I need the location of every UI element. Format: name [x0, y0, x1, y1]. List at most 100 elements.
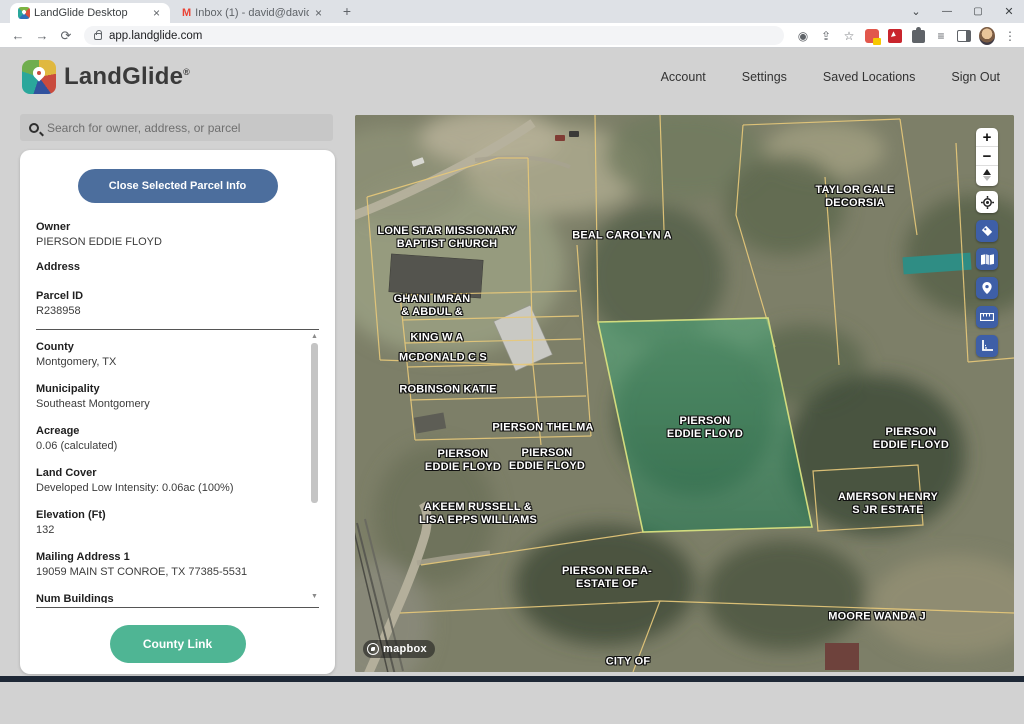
county-link-button[interactable]: County Link [110, 625, 246, 663]
tab-search-icon[interactable]: ⌄ [901, 0, 931, 22]
field-label: Land Cover [36, 466, 319, 481]
search-icon [29, 123, 39, 133]
field-mailing-address-1: Mailing Address 119059 MAIN ST CONROE, T… [36, 550, 319, 580]
search-placeholder: Search for owner, address, or parcel [47, 121, 240, 135]
window-bottom-edge [0, 676, 1024, 682]
field-label: Owner [36, 220, 319, 235]
parcel-label: MCDONALD C S [399, 352, 487, 365]
parcel-label: AMERSON HENRY S JR ESTATE [838, 491, 938, 517]
extension-badge-icon[interactable] [864, 28, 880, 44]
new-tab-button[interactable]: + [338, 3, 356, 21]
gmail-favicon-icon: M [182, 7, 191, 19]
maximize-button[interactable]: ▢ [963, 0, 993, 22]
field-value: Montgomery, TX [36, 355, 319, 370]
browser-window: LandGlide Desktop × M Inbox (1) - david@… [0, 0, 1024, 682]
field-acreage: Acreage0.06 (calculated) [36, 424, 319, 454]
lock-icon [94, 33, 102, 40]
parcel-label: PIERSON EDDIE FLOYD [667, 415, 743, 441]
field-value: 19059 MAIN ST CONROE, TX 77385-5531 [36, 565, 319, 580]
zoom-control: + − [976, 128, 998, 186]
bookmark-star-icon[interactable]: ☆ [841, 28, 857, 44]
panel-scrollbar[interactable]: ▲ ▼ [310, 332, 319, 601]
parcel-label: PIERSON REBA- ESTATE OF [562, 565, 652, 591]
nav-settings[interactable]: Settings [742, 70, 787, 84]
extensions-puzzle-icon[interactable] [910, 28, 926, 44]
zoom-in-button[interactable]: + [976, 128, 998, 147]
nav-account[interactable]: Account [661, 70, 706, 84]
parcel-label: ROBINSON KATIE [399, 384, 496, 397]
field-label: Parcel ID [36, 289, 319, 304]
field-value: PIERSON EDDIE FLOYD [36, 235, 319, 250]
parcel-labels-toggle-button[interactable] [976, 220, 998, 242]
landglide-page: LandGlide® AccountSettingsSaved Location… [0, 48, 1024, 676]
field-label: Num Buildings [36, 592, 319, 603]
tab-landglide[interactable]: LandGlide Desktop × [10, 3, 170, 23]
mapbox-attribution[interactable]: mapbox [363, 640, 435, 658]
fields-scroll: CountyMontgomery, TX MunicipalitySoutheas… [36, 340, 319, 603]
close-button[interactable]: ✕ [994, 0, 1024, 22]
parcel-details-scroll[interactable]: CountyMontgomery, TX MunicipalitySoutheas… [36, 330, 319, 603]
fields-top: OwnerPIERSON EDDIE FLOYD Address Parcel ID… [36, 220, 319, 319]
search-input[interactable]: Search for owner, address, or parcel [20, 114, 333, 141]
side-panel-icon[interactable] [956, 28, 972, 44]
tab-close-icon[interactable]: × [151, 6, 162, 20]
scroll-up-icon[interactable]: ▲ [310, 332, 319, 341]
tab-close-icon[interactable]: × [313, 6, 324, 20]
tab-gmail[interactable]: M Inbox (1) - david@davidmdunn.c × [174, 3, 332, 23]
browser-toolbar: ← → ⟳ app.landglide.com ◉ ⇪ ☆ ≡ ⋮ [0, 23, 1024, 48]
field-value [36, 275, 319, 279]
address-bar[interactable]: app.landglide.com [84, 26, 784, 45]
map-icon [981, 254, 994, 265]
field-label: Address [36, 260, 319, 275]
scrollbar-thumb[interactable] [311, 343, 318, 503]
nav-sign-out[interactable]: Sign Out [951, 70, 1000, 84]
scroll-down-icon[interactable]: ▼ [310, 592, 319, 601]
chart-axis-icon [981, 340, 993, 352]
nav-saved-locations[interactable]: Saved Locations [823, 70, 915, 84]
landglide-favicon-icon [18, 7, 30, 19]
pdf-extension-icon[interactable] [887, 28, 903, 44]
close-selected-parcel-button[interactable]: Close Selected Parcel Info [78, 169, 278, 203]
field-value: 0.06 (calculated) [36, 439, 319, 454]
profile-avatar[interactable] [979, 28, 995, 44]
parcel-label: AKEEM RUSSELL & LISA EPPS WILLIAMS [419, 501, 537, 527]
measure-button[interactable] [976, 306, 998, 328]
field-label: Mailing Address 1 [36, 550, 319, 565]
pin-icon [982, 282, 992, 294]
parcel-label: TAYLOR GALE DECORSIA [815, 184, 894, 210]
mapbox-wordmark: mapbox [383, 643, 427, 655]
back-icon[interactable]: ← [8, 26, 28, 46]
playlist-icon[interactable]: ≡ [933, 28, 949, 44]
basemap-toggle-button[interactable] [976, 248, 998, 270]
locate-me-button[interactable] [976, 191, 998, 213]
field-label: Acreage [36, 424, 319, 439]
elevation-profile-button[interactable] [976, 335, 998, 357]
parcel-label: PIERSON EDDIE FLOYD [425, 448, 501, 474]
compass-button[interactable] [976, 166, 998, 184]
parcel-label: PIERSON THELMA [492, 422, 593, 435]
url-text: app.landglide.com [109, 30, 202, 42]
parcel-label: PIERSON EDDIE FLOYD [873, 426, 949, 452]
field-elevation-ft-: Elevation (Ft)132 [36, 508, 319, 538]
reload-icon[interactable]: ⟳ [56, 26, 76, 46]
minimize-button[interactable]: — [932, 0, 962, 22]
registered-mark: ® [183, 67, 190, 77]
zoom-out-button[interactable]: − [976, 147, 998, 166]
field-county: CountyMontgomery, TX [36, 340, 319, 370]
kebab-menu-icon[interactable]: ⋮ [1002, 28, 1018, 44]
forward-icon[interactable]: → [32, 26, 52, 46]
field-label: County [36, 340, 319, 355]
field-parcel-id: Parcel IDR238958 [36, 289, 319, 319]
location-icon[interactable]: ◉ [795, 28, 811, 44]
parcel-label: CITY OF [606, 656, 651, 669]
share-icon[interactable]: ⇪ [818, 28, 834, 44]
field-municipality: MunicipalitySoutheast Montgomery [36, 382, 319, 412]
map-canvas[interactable]: LONE STAR MISSIONARY BAPTIST CHURCHBEAL … [355, 115, 1014, 672]
parcel-info-panel: Close Selected Parcel Info OwnerPIERSON … [20, 150, 335, 674]
field-value: Southeast Montgomery [36, 397, 319, 412]
tab-title: LandGlide Desktop [34, 7, 147, 19]
saved-pins-button[interactable] [976, 277, 998, 299]
tab-strip: LandGlide Desktop × M Inbox (1) - david@… [0, 0, 1024, 23]
tag-icon [981, 225, 993, 237]
field-land-cover: Land CoverDeveloped Low Intensity: 0.06a… [36, 466, 319, 496]
